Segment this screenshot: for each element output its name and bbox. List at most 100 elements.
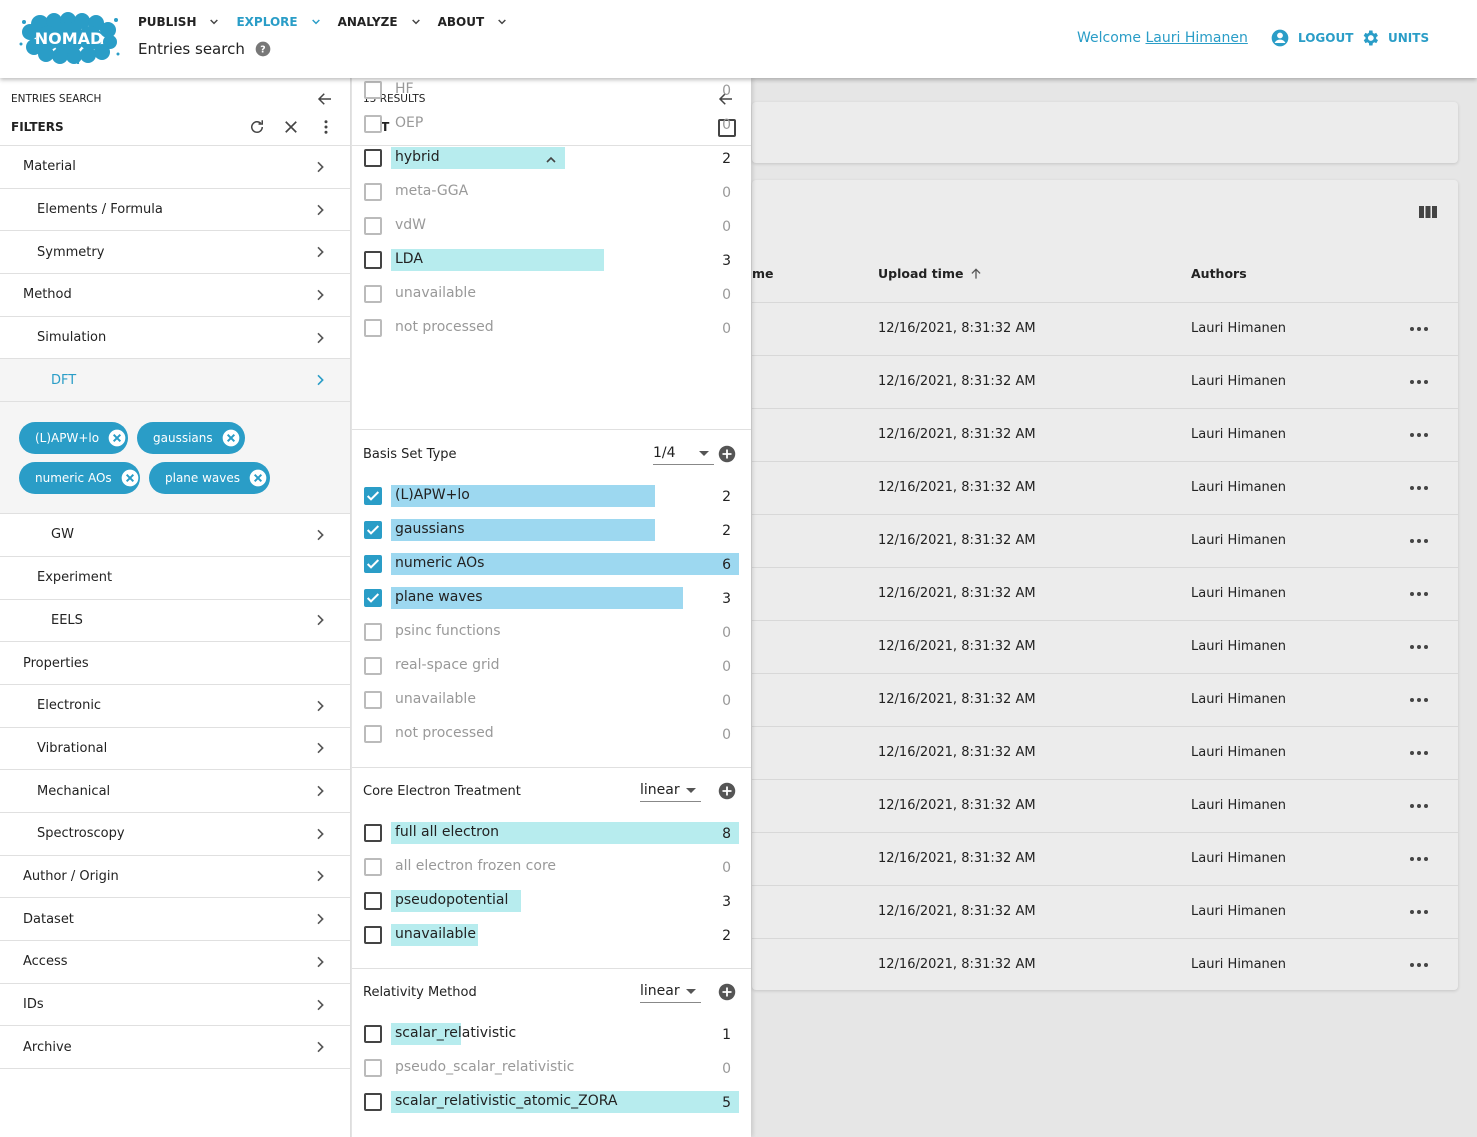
filter-item-properties[interactable]: Properties — [0, 642, 350, 685]
table-row[interactable]: 12/16/2021, 8:31:32 AM Lauri Himanen — [752, 938, 1458, 991]
option-checkbox[interactable] — [364, 183, 382, 201]
logout-button[interactable]: LOGOUT — [1270, 28, 1353, 48]
filter-item-material[interactable]: Material — [0, 146, 350, 189]
cancel-icon[interactable] — [120, 468, 140, 488]
more-horizontal-icon[interactable] — [1409, 800, 1429, 812]
option-checkbox[interactable] — [364, 858, 382, 876]
filter-option[interactable]: numeric AOs 6 — [352, 547, 751, 581]
filter-option[interactable]: unavailable 0 — [352, 683, 751, 717]
table-row[interactable]: 12/16/2021, 8:31:32 AM Lauri Himanen — [752, 461, 1458, 514]
filter-item-spectroscopy[interactable]: Spectroscopy — [0, 813, 350, 856]
option-checkbox[interactable] — [364, 589, 382, 607]
filter-option[interactable]: scalar_relativistic 1 — [352, 1017, 751, 1051]
scale-select[interactable]: linear — [640, 979, 701, 1003]
option-checkbox[interactable] — [364, 217, 382, 235]
more-horizontal-icon[interactable] — [1409, 376, 1429, 388]
arrow-left-icon[interactable] — [316, 90, 334, 108]
filter-item-method[interactable]: Method — [0, 274, 350, 317]
chevron-up-icon[interactable] — [543, 152, 559, 168]
option-checkbox[interactable] — [364, 319, 382, 337]
filter-item-dft[interactable]: DFT — [0, 359, 350, 403]
filter-item-electronic[interactable]: Electronic — [0, 685, 350, 728]
filter-option[interactable]: scalar_relativistic_atomic_ZORA 5 — [352, 1085, 751, 1119]
option-checkbox[interactable] — [364, 521, 382, 539]
add-circle-icon[interactable] — [718, 983, 736, 1001]
option-checkbox[interactable] — [364, 926, 382, 944]
filter-option[interactable]: unavailable 0 — [352, 277, 751, 311]
table-row[interactable]: 12/16/2021, 8:31:32 AM Lauri Himanen — [752, 355, 1458, 408]
table-row[interactable]: 12/16/2021, 8:31:32 AM Lauri Himanen — [752, 302, 1458, 355]
filter-option[interactable]: OEP 0 — [352, 107, 751, 141]
option-checkbox[interactable] — [364, 657, 382, 675]
filter-option[interactable]: meta-GGA 0 — [352, 175, 751, 209]
cancel-icon[interactable] — [221, 428, 241, 448]
option-checkbox[interactable] — [364, 824, 382, 842]
filter-chip[interactable]: (L)APW+lo — [19, 422, 128, 455]
filter-option[interactable]: full all electron 8 — [352, 816, 751, 850]
filter-option[interactable]: HF 0 — [352, 78, 751, 107]
filter-option[interactable]: not processed 0 — [352, 311, 751, 345]
units-button[interactable]: UNITS — [1360, 28, 1429, 48]
option-checkbox[interactable] — [364, 892, 382, 910]
more-horizontal-icon[interactable] — [1409, 588, 1429, 600]
option-checkbox[interactable] — [364, 1093, 382, 1111]
column-header-upload-time[interactable]: Upload time — [878, 266, 983, 281]
nomad-logo[interactable]: NOMAD — [18, 12, 120, 64]
filter-option[interactable]: unavailable 2 — [352, 918, 751, 952]
cancel-icon[interactable] — [107, 428, 127, 448]
option-checkbox[interactable] — [364, 115, 382, 133]
filter-item-dataset[interactable]: Dataset — [0, 898, 350, 941]
filter-option[interactable]: not processed 0 — [352, 717, 751, 751]
filter-item-mechanical[interactable]: Mechanical — [0, 770, 350, 813]
option-checkbox[interactable] — [364, 81, 382, 99]
filter-chip[interactable]: plane waves — [149, 462, 270, 495]
table-row[interactable]: 12/16/2021, 8:31:32 AM Lauri Himanen — [752, 673, 1458, 726]
filter-item-author-origin[interactable]: Author / Origin — [0, 856, 350, 899]
nav-analyze[interactable]: ANALYZE — [338, 13, 424, 31]
user-name-link[interactable]: Lauri Himanen — [1146, 30, 1248, 46]
table-row[interactable]: 12/16/2021, 8:31:32 AM Lauri Himanen — [752, 779, 1458, 832]
more-horizontal-icon[interactable] — [1409, 323, 1429, 335]
filter-option[interactable]: real-space grid 0 — [352, 649, 751, 683]
option-checkbox[interactable] — [364, 285, 382, 303]
filter-item-access[interactable]: Access — [0, 941, 350, 984]
option-checkbox[interactable] — [364, 691, 382, 709]
filter-option[interactable]: LDA 3 — [352, 243, 751, 277]
option-checkbox[interactable] — [364, 1059, 382, 1077]
table-row[interactable]: 12/16/2021, 8:31:32 AM Lauri Himanen — [752, 514, 1458, 567]
more-horizontal-icon[interactable] — [1409, 906, 1429, 918]
option-checkbox[interactable] — [364, 1025, 382, 1043]
nav-about[interactable]: ABOUT — [438, 13, 511, 31]
filter-item-elements-formula[interactable]: Elements / Formula — [0, 189, 350, 232]
scale-select[interactable]: linear — [640, 778, 701, 802]
more-vertical-icon[interactable] — [317, 118, 335, 136]
table-row[interactable]: 12/16/2021, 8:31:32 AM Lauri Himanen — [752, 567, 1458, 620]
filter-item-simulation[interactable]: Simulation — [0, 317, 350, 360]
table-row[interactable]: 12/16/2021, 8:31:32 AM Lauri Himanen — [752, 620, 1458, 673]
option-checkbox[interactable] — [364, 487, 382, 505]
filter-chip[interactable]: numeric AOs — [19, 462, 140, 495]
refresh-icon[interactable] — [248, 118, 266, 136]
add-circle-icon[interactable] — [718, 445, 736, 463]
nav-publish[interactable]: PUBLISH — [138, 13, 222, 31]
help-icon[interactable]: ? — [255, 41, 271, 57]
column-header-name[interactable]: me — [752, 266, 774, 281]
more-horizontal-icon[interactable] — [1409, 429, 1429, 441]
add-circle-icon[interactable] — [718, 782, 736, 800]
more-horizontal-icon[interactable] — [1409, 641, 1429, 653]
more-horizontal-icon[interactable] — [1409, 959, 1429, 971]
more-horizontal-icon[interactable] — [1409, 535, 1429, 547]
filter-item-archive[interactable]: Archive — [0, 1026, 350, 1070]
option-checkbox[interactable] — [364, 555, 382, 573]
option-checkbox[interactable] — [364, 725, 382, 743]
columns-icon[interactable] — [1419, 204, 1437, 220]
table-row[interactable]: 12/16/2021, 8:31:32 AM Lauri Himanen — [752, 832, 1458, 885]
filter-item-eels[interactable]: EELS — [0, 600, 350, 643]
filter-item-vibrational[interactable]: Vibrational — [0, 728, 350, 771]
table-row[interactable]: 12/16/2021, 8:31:32 AM Lauri Himanen — [752, 726, 1458, 779]
filter-item-ids[interactable]: IDs — [0, 984, 350, 1027]
filter-option[interactable]: pseudo_scalar_relativistic 0 — [352, 1051, 751, 1085]
nav-explore[interactable]: EXPLORE — [236, 13, 323, 31]
filter-option[interactable]: vdW 0 — [352, 209, 751, 243]
filter-option[interactable]: all electron frozen core 0 — [352, 850, 751, 884]
